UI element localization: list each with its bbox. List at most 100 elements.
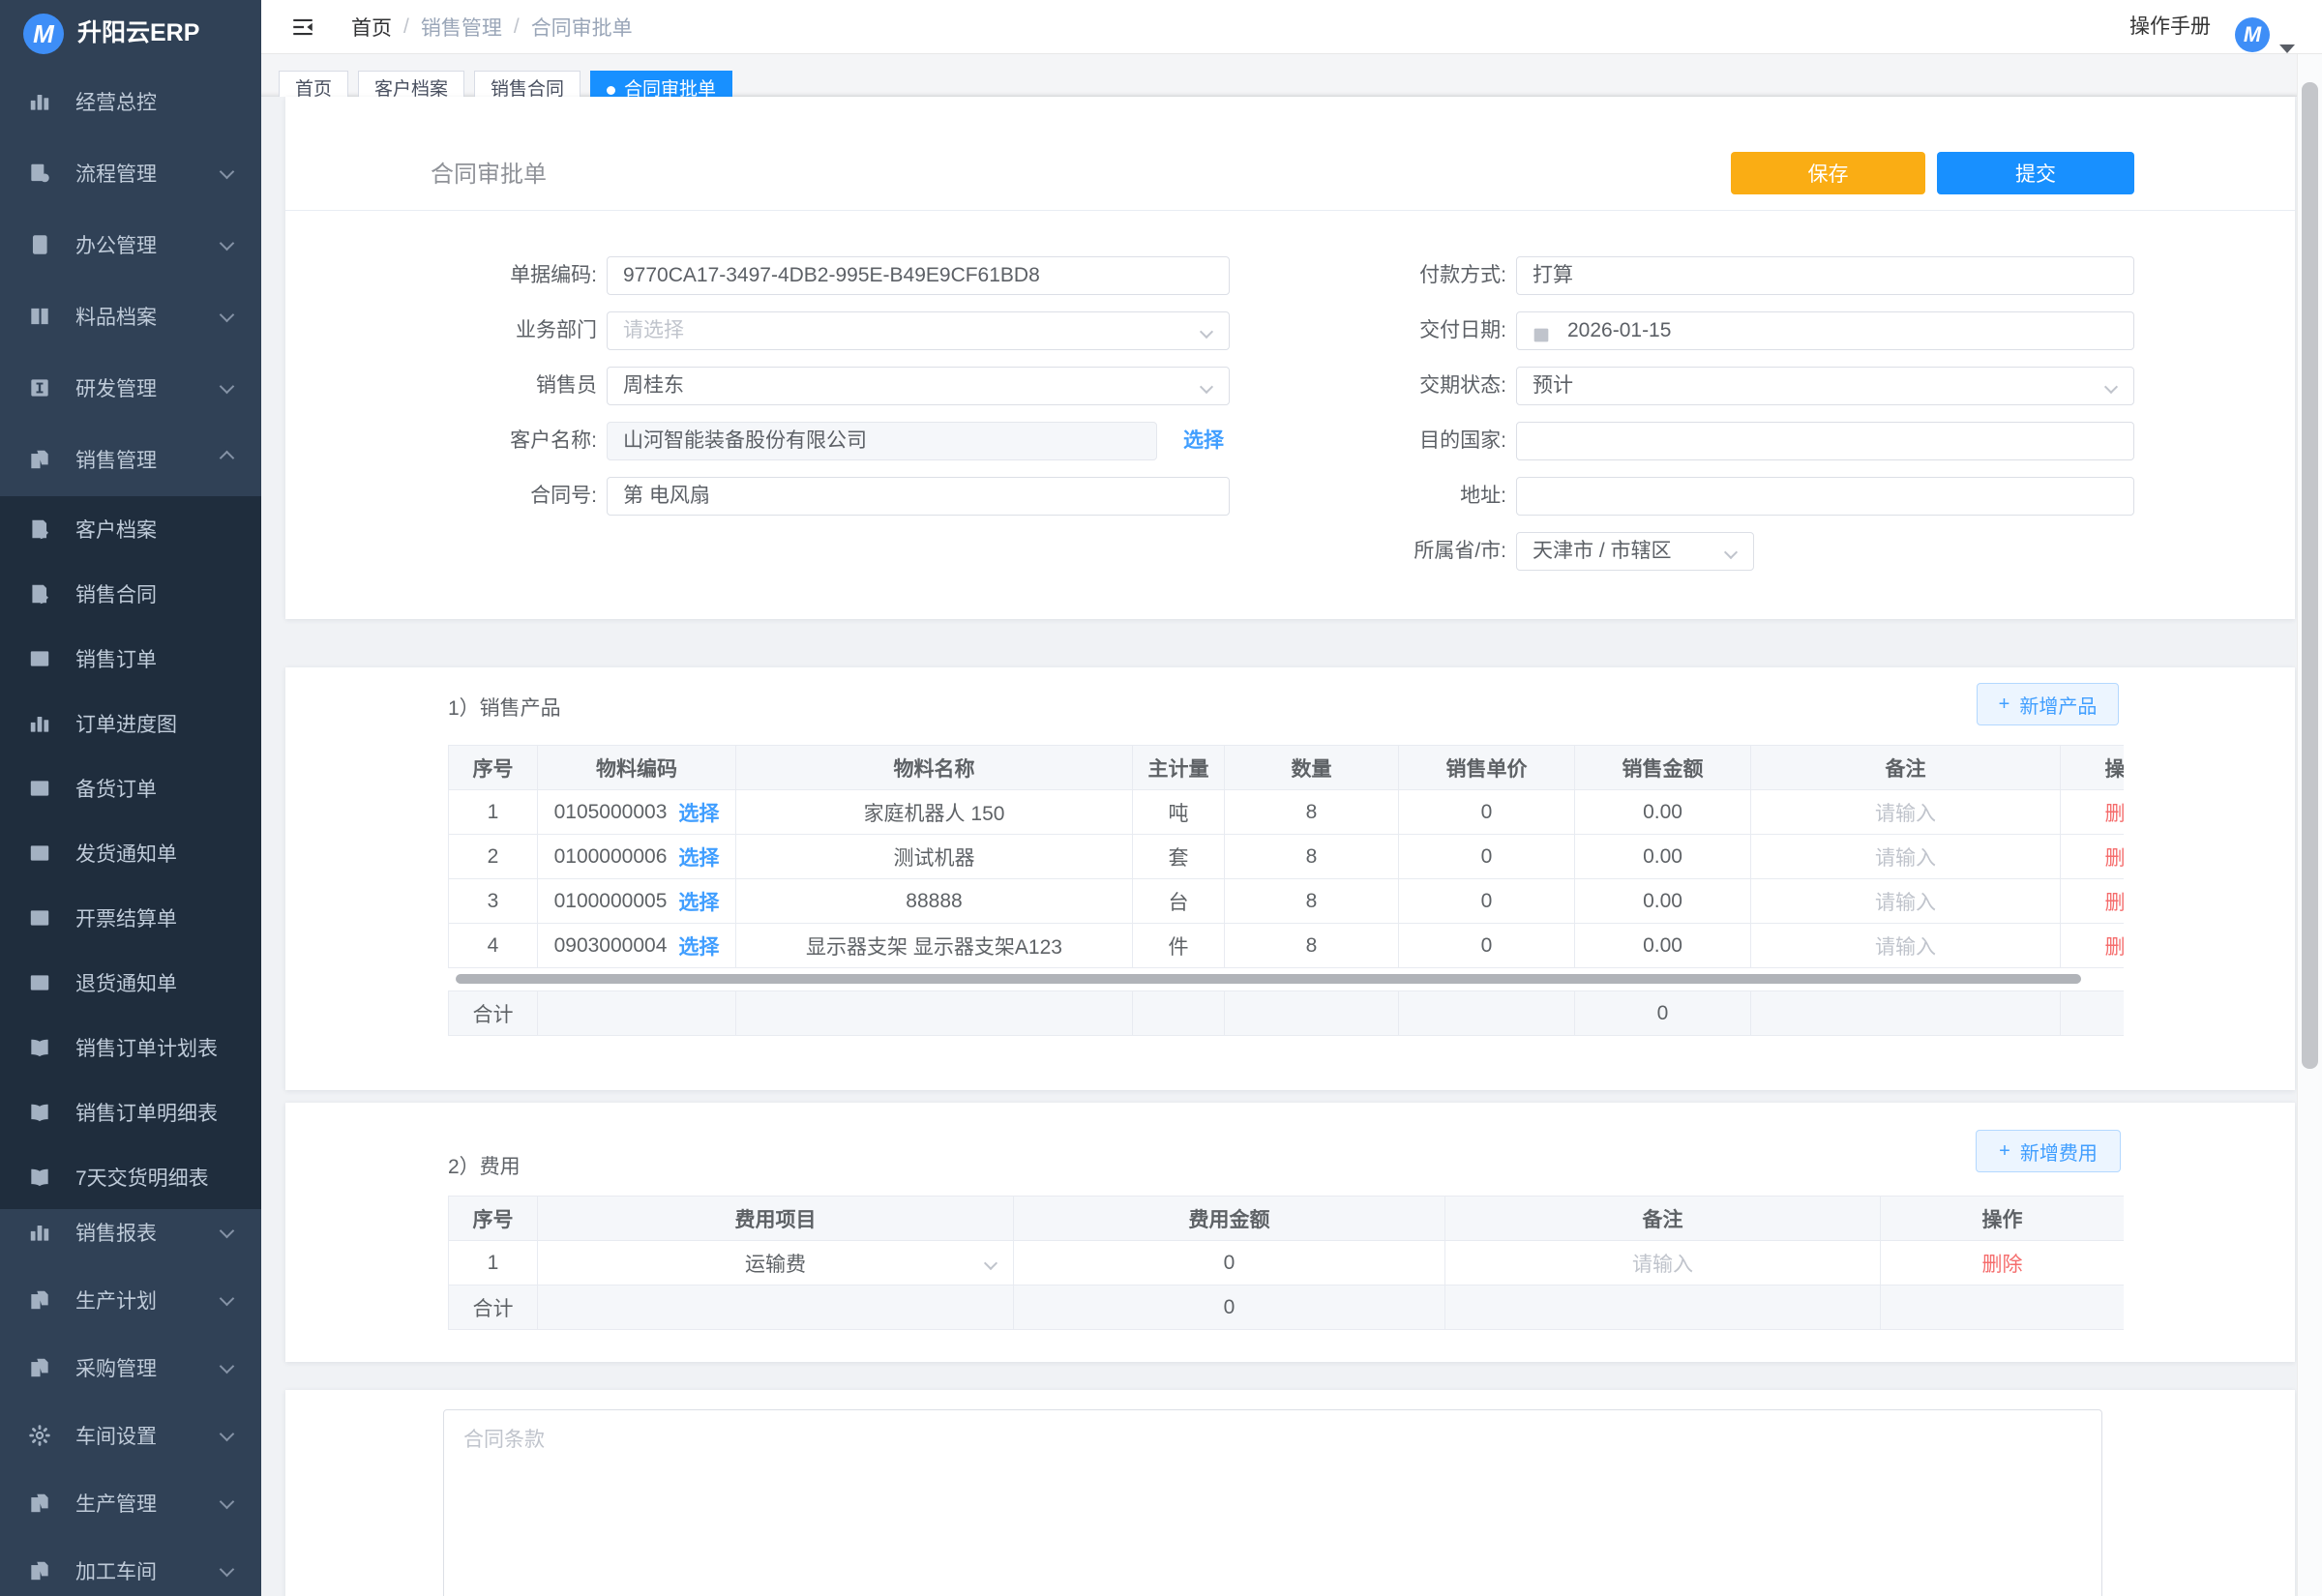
breadcrumb-sales-mgmt[interactable]: 销售管理 (421, 13, 502, 42)
avatar[interactable]: M (2235, 17, 2270, 52)
doc-code-input[interactable]: 9770CA17-3497-4DB2-995E-B49E9CF61BD8 (607, 256, 1230, 295)
row-select-link[interactable]: 选择 (678, 931, 719, 961)
table-row: 1 运输费 0 请输入 删除 (449, 1241, 2124, 1286)
user-caret-icon[interactable] (2279, 44, 2295, 53)
sidebar-item-shipping-notice[interactable]: 发货通知单 (0, 820, 261, 885)
tab-contract-approval[interactable]: 合同审批单 (590, 71, 732, 97)
products-section-title: 1）销售产品 (448, 693, 561, 722)
chevron-down-icon (220, 1494, 235, 1510)
manual-link[interactable]: 操作手册 (2129, 0, 2211, 54)
chevron-down-icon (220, 236, 235, 251)
copy-icon (27, 1491, 52, 1522)
row-delete-link[interactable]: 删除 (1982, 1249, 2023, 1278)
sidebar-item-material-archive[interactable]: 料品档案 (0, 281, 261, 352)
chevron-down-icon (220, 1291, 235, 1307)
remark-input[interactable]: 请输入 (1751, 879, 2061, 923)
chevron-down-icon (220, 1224, 235, 1239)
save-button[interactable]: 保存 (1731, 152, 1925, 194)
row-delete-link[interactable]: 删除 (2105, 798, 2125, 827)
row-delete-link[interactable]: 删除 (2105, 842, 2125, 872)
sidebar-item-order-detail-report[interactable]: 销售订单明细表 (0, 1079, 261, 1144)
flow-icon (27, 161, 52, 192)
row-delete-link[interactable]: 删除 (2105, 887, 2125, 916)
fees-card: 2）费用 +新增费用 序号 费用项目 费用金额 备注 操作 1 运输费 (285, 1103, 2295, 1362)
grid-icon (27, 970, 52, 1001)
tab-customer-archive[interactable]: 客户档案 (358, 71, 464, 97)
tab-sales-contract[interactable]: 销售合同 (474, 71, 580, 97)
sidebar-fold-icon[interactable] (290, 15, 315, 40)
sidebar-item-office-mgmt[interactable]: 办公管理 (0, 209, 261, 281)
payment-input[interactable]: 打算 (1516, 256, 2134, 295)
sidebar-item-process-mgmt[interactable]: 流程管理 (0, 137, 261, 209)
copy-icon (27, 1287, 52, 1318)
sidebar-item-workshop-settings[interactable]: 车间设置 (0, 1400, 261, 1471)
sidebar-item-invoice-settlement[interactable]: 开票结算单 (0, 885, 261, 950)
add-fee-button[interactable]: +新增费用 (1976, 1130, 2121, 1172)
dept-label: 业务部门 (336, 311, 597, 350)
horizontal-scrollbar[interactable] (448, 971, 2124, 987)
remark-input[interactable]: 请输入 (1445, 1241, 1881, 1285)
tab-home[interactable]: 首页 (279, 71, 348, 97)
book-icon (27, 1035, 52, 1066)
salesman-select[interactable]: 周桂东 (607, 367, 1230, 405)
contract-terms-textarea[interactable]: 合同条款 (443, 1409, 2102, 1596)
fee-item-select[interactable]: 运输费 (538, 1241, 1013, 1285)
terms-card: 合同条款 (285, 1390, 2295, 1596)
customer-input: 山河智能装备股份有限公司 (607, 422, 1157, 460)
sidebar-item-processing-workshop[interactable]: 加工车间 (0, 1535, 261, 1596)
customer-select-link[interactable]: 选择 (1183, 422, 1224, 460)
sidebar-item-purchase-mgmt[interactable]: 采购管理 (0, 1332, 261, 1404)
chart-icon (27, 89, 52, 120)
dest-country-input[interactable] (1516, 422, 2134, 460)
chevron-down-icon (1200, 325, 1213, 339)
row-select-link[interactable]: 选择 (678, 842, 719, 872)
sidebar-item-sales-order[interactable]: 销售订单 (0, 626, 261, 691)
submit-button[interactable]: 提交 (1937, 152, 2134, 194)
province-cascader[interactable]: 天津市 / 市辖区 (1516, 532, 1754, 571)
chevron-down-icon (1724, 546, 1738, 559)
sidebar-item-customer-archive[interactable]: 客户档案 (0, 496, 261, 561)
chevron-down-icon (220, 1427, 235, 1442)
delivery-date-input[interactable]: 2026-01-15 (1516, 311, 2134, 350)
sidebar-item-return-notice[interactable]: 退货通知单 (0, 950, 261, 1015)
sidebar-item-sales-mgmt[interactable]: 销售管理 (0, 424, 261, 495)
row-select-link[interactable]: 选择 (678, 887, 719, 916)
divider (285, 210, 2295, 211)
sidebar-item-order-progress[interactable]: 订单进度图 (0, 691, 261, 755)
chart-icon (27, 711, 52, 742)
horizontal-scrollbar-thumb[interactable] (456, 974, 2081, 984)
row-select-link[interactable]: 选择 (678, 798, 719, 827)
remark-input[interactable]: 请输入 (1751, 835, 2061, 878)
page-title: 合同审批单 (431, 155, 547, 189)
sidebar-item-order-plan-report[interactable]: 销售订单计划表 (0, 1015, 261, 1079)
table-row: 4 0903000004选择 显示器支架 显示器支架A123 件 8 0 0.0… (449, 924, 2124, 968)
products-card: 1）销售产品 +新增产品 序号 物料编码 物料名称 主计量 数量 销售单价 销售… (285, 667, 2295, 1090)
sidebar-item-sales-contract[interactable]: 销售合同 (0, 561, 261, 626)
address-input[interactable] (1516, 477, 2134, 516)
sidebar-item-business-overview[interactable]: 经营总控 (0, 66, 261, 137)
delivery-status-select[interactable]: 预计 (1516, 367, 2134, 405)
gear-icon (27, 1423, 52, 1454)
breadcrumb-home[interactable]: 首页 (351, 13, 392, 42)
products-table: 序号 物料编码 物料名称 主计量 数量 销售单价 销售金额 备注 操作 1 01… (448, 745, 2124, 968)
sidebar-item-stock-order[interactable]: 备货订单 (0, 755, 261, 820)
sidebar-item-sales-report[interactable]: 销售报表 (0, 1197, 261, 1268)
address-label: 地址: (1245, 477, 1506, 516)
contract-no-input[interactable]: 第 电风扇 (607, 477, 1230, 516)
vertical-scrollbar-thumb[interactable] (2302, 82, 2318, 1069)
chevron-down-icon (2104, 380, 2118, 394)
add-product-button[interactable]: +新增产品 (1977, 683, 2119, 725)
remark-input[interactable]: 请输入 (1751, 924, 2061, 967)
dept-select[interactable]: 请选择 (607, 311, 1230, 350)
remark-input[interactable]: 请输入 (1751, 790, 2061, 834)
vertical-scrollbar[interactable] (2297, 54, 2322, 1596)
sidebar-item-production-plan[interactable]: 生产计划 (0, 1264, 261, 1336)
row-delete-link[interactable]: 删除 (2105, 931, 2125, 961)
grid-icon (27, 841, 52, 872)
sidebar-item-production-mgmt[interactable]: 生产管理 (0, 1467, 261, 1539)
chart-icon (27, 1220, 52, 1251)
sidebar-item-rnd-mgmt[interactable]: 研发管理 (0, 352, 261, 424)
sidebar-submenu-sales: 客户档案 销售合同 销售订单 订单进度图 备货订单 发货通知单 开票结算单 (0, 496, 261, 1209)
chevron-down-icon (220, 164, 235, 180)
fees-header-row: 序号 费用项目 费用金额 备注 操作 (449, 1197, 2124, 1241)
